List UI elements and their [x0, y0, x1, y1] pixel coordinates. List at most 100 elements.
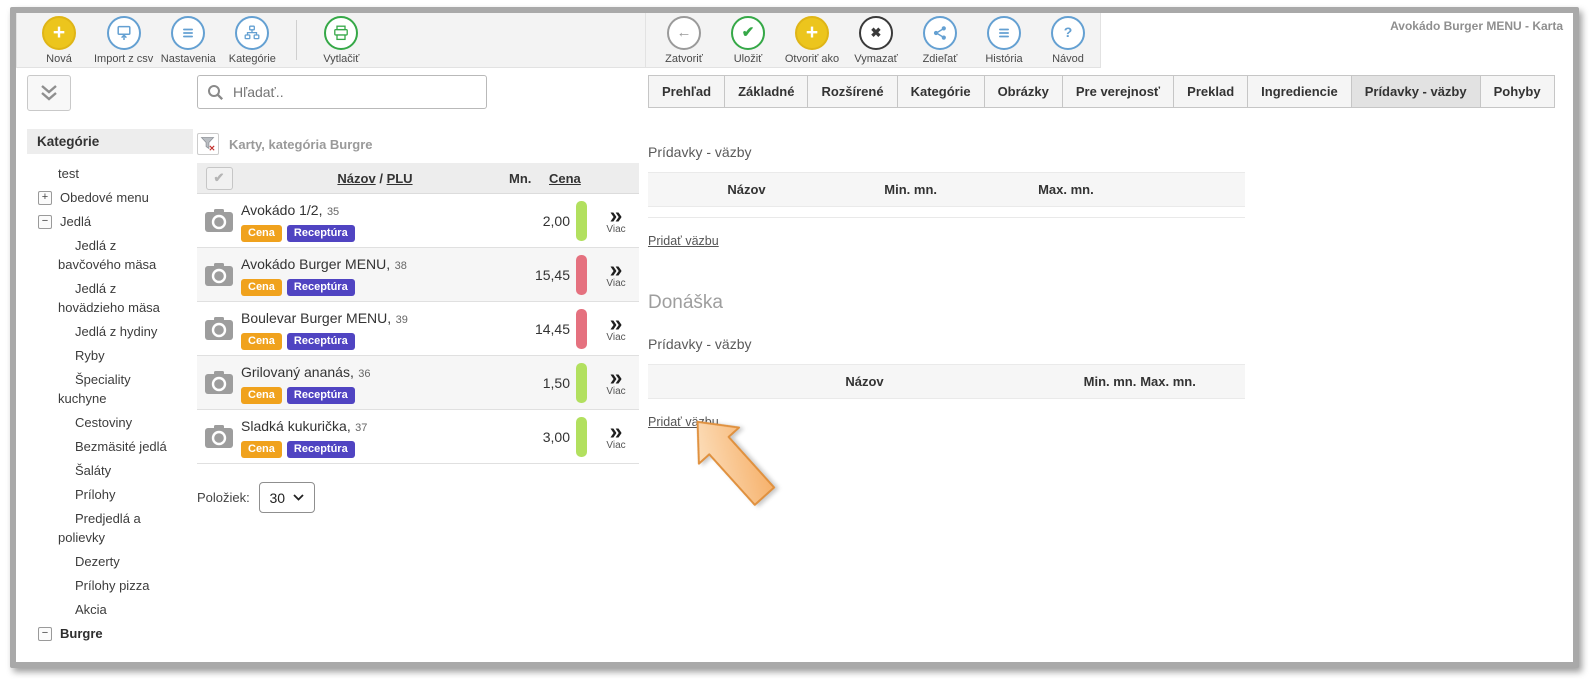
sort-by-plu-link[interactable]: PLU [387, 171, 413, 186]
tab-preklad[interactable]: Preklad [1173, 75, 1248, 108]
tab-obrazky[interactable]: Obrázky [984, 75, 1063, 108]
new-button[interactable]: + Nová [30, 16, 88, 65]
toolbar-label: Zdieľať [923, 53, 958, 65]
toolbar-label: Uložiť [734, 53, 763, 65]
sidebar-item-test[interactable]: test [27, 164, 193, 183]
sort-by-price-link[interactable]: Cena [549, 171, 603, 186]
addons-table: Názov Min. mn. Max. mn. [648, 172, 1245, 218]
section-title-addons: Prídavky - väzby [648, 144, 1573, 160]
card-row[interactable]: Avokádo Burger MENU, 38 CenaReceptúra 15… [197, 248, 639, 302]
double-chevron-right-icon: » [593, 423, 639, 440]
sidebar-item[interactable]: Jedlá z hydiny [27, 322, 193, 341]
back-arrow-icon: ← [667, 16, 701, 50]
sidebar-item[interactable]: Jedlá z bavčového mäsa [27, 236, 193, 274]
toolbar-label: Otvoriť ako [785, 53, 839, 65]
header-separator: / [376, 171, 387, 186]
history-button[interactable]: História [975, 16, 1033, 65]
delete-button[interactable]: ✖ Vymazať [847, 16, 905, 65]
card-name: Avokádo Burger MENU, [241, 256, 390, 272]
sidebar-item[interactable]: Prílohy [27, 485, 193, 504]
more-button[interactable]: »Viac [593, 423, 639, 451]
price-badge: Cena [241, 225, 282, 242]
app-window: + Nová Import z csv Nastavenia Kategórie [10, 7, 1579, 668]
recipe-badge: Receptúra [287, 387, 355, 404]
section-title-addons-delivery: Prídavky - väzby [648, 336, 1573, 352]
settings-button[interactable]: Nastavenia [159, 16, 217, 65]
tab-bar: Prehľad Základné Rozšírené Kategórie Obr… [648, 75, 1573, 108]
tab-rozsirene[interactable]: Rozšírené [807, 75, 897, 108]
clear-filter-button[interactable]: ✕ [197, 133, 219, 155]
more-button[interactable]: »Viac [593, 261, 639, 289]
card-row[interactable]: Avokádo 1/2, 35 CenaReceptúra 2,00 »Viac [197, 194, 639, 248]
toolbar-label: Import z csv [94, 53, 153, 65]
tab-ingrediencie[interactable]: Ingrediencie [1247, 75, 1352, 108]
delivery-addons-table: Názov Min. mn. Max. mn. [648, 364, 1245, 399]
camera-icon [197, 316, 241, 341]
help-button[interactable]: ? Návod [1039, 16, 1097, 65]
double-chevron-right-icon: » [593, 261, 639, 278]
category-tree: test + Obedové menu − Jedlá Jedlá z bavč… [27, 164, 193, 643]
sidebar-item[interactable]: Dezerty [27, 552, 193, 571]
sidebar-item[interactable]: Prílohy pizza [27, 576, 193, 595]
tab-kategorie[interactable]: Kategórie [897, 75, 985, 108]
sidebar-collapse-button[interactable] [27, 75, 71, 111]
items-per-page-select[interactable]: 30 [259, 482, 315, 513]
card-row[interactable]: Grilovaný ananás, 36 CenaReceptúra 1,50 … [197, 356, 639, 410]
add-binding-link-delivery[interactable]: Pridať väzbu [648, 415, 719, 429]
sidebar-item-label: Jedlá [60, 212, 91, 231]
card-name: Avokádo 1/2, [241, 202, 322, 218]
print-button[interactable]: Vytlačiť [312, 16, 370, 65]
list-header: ✔ Názov / PLU Mn. Cena [197, 163, 639, 194]
tab-pohyby[interactable]: Pohyby [1480, 75, 1555, 108]
sidebar-item-jedla[interactable]: − Jedlá [27, 212, 193, 231]
collapse-icon[interactable]: − [38, 215, 52, 229]
search-input[interactable] [231, 83, 455, 101]
price-badge: Cena [241, 279, 282, 296]
plus-icon: + [795, 16, 829, 50]
add-binding-link[interactable]: Pridať väzbu [648, 234, 719, 248]
search-box [197, 75, 487, 109]
close-button[interactable]: ← Zatvoriť [655, 16, 713, 65]
price-badge: Cena [241, 441, 282, 458]
check-icon: ✔ [731, 16, 765, 50]
more-button[interactable]: »Viac [593, 207, 639, 235]
tab-prehlad[interactable]: Prehľad [648, 75, 725, 108]
sidebar-item[interactable]: Jedlá z hovädzieho mäsa [27, 279, 193, 317]
expand-icon[interactable]: + [38, 191, 52, 205]
card-row[interactable]: Sladká kukurička, 37 CenaReceptúra 3,00 … [197, 410, 639, 464]
camera-icon [197, 262, 241, 287]
recipe-badge: Receptúra [287, 333, 355, 350]
sidebar-item-burgre[interactable]: − Burgre [27, 624, 193, 643]
sidebar-item[interactable]: Šaláty [27, 461, 193, 480]
column-header-min: Min. mn. [845, 182, 976, 197]
sidebar-item[interactable]: Akcia [27, 600, 193, 619]
save-button[interactable]: ✔ Uložiť [719, 16, 777, 65]
sidebar-item-obedove-menu[interactable]: + Obedové menu [27, 188, 193, 207]
open-as-button[interactable]: + Otvoriť ako [783, 16, 841, 65]
tab-pre-verejnost[interactable]: Pre verejnosť [1062, 75, 1174, 108]
sidebar-item-label: Burgre [60, 624, 103, 643]
sidebar-item[interactable]: Ryby [27, 346, 193, 365]
sort-by-name-link[interactable]: Názov [337, 171, 375, 186]
card-price: 14,45 [514, 321, 570, 337]
sidebar-item[interactable]: Špeciality kuchyne [27, 370, 193, 408]
tab-zakladne[interactable]: Základné [724, 75, 808, 108]
price-badge: Cena [241, 387, 282, 404]
more-button[interactable]: »Viac [593, 315, 639, 343]
collapse-icon[interactable]: − [38, 627, 52, 641]
toolbar-label: Vytlačiť [323, 53, 359, 65]
import-csv-button[interactable]: Import z csv [94, 16, 153, 65]
sidebar-item[interactable]: Predjedlá a polievky [27, 509, 193, 547]
sidebar-item[interactable]: Bezmäsité jedlá [27, 437, 193, 456]
select-all-checkbox[interactable]: ✔ [206, 167, 233, 190]
categories-button[interactable]: Kategórie [223, 16, 281, 65]
share-button[interactable]: Zdieľať [911, 16, 969, 65]
menu-lines-icon [987, 16, 1021, 50]
sidebar-item[interactable]: Cestoviny [27, 413, 193, 432]
toolbar-label: Zatvoriť [665, 53, 703, 65]
more-button[interactable]: »Viac [593, 369, 639, 397]
tab-pridavky-vazby[interactable]: Prídavky - väzby [1351, 75, 1481, 108]
printer-icon [324, 16, 358, 50]
status-indicator [576, 363, 587, 403]
card-row[interactable]: Boulevar Burger MENU, 39 CenaReceptúra 1… [197, 302, 639, 356]
